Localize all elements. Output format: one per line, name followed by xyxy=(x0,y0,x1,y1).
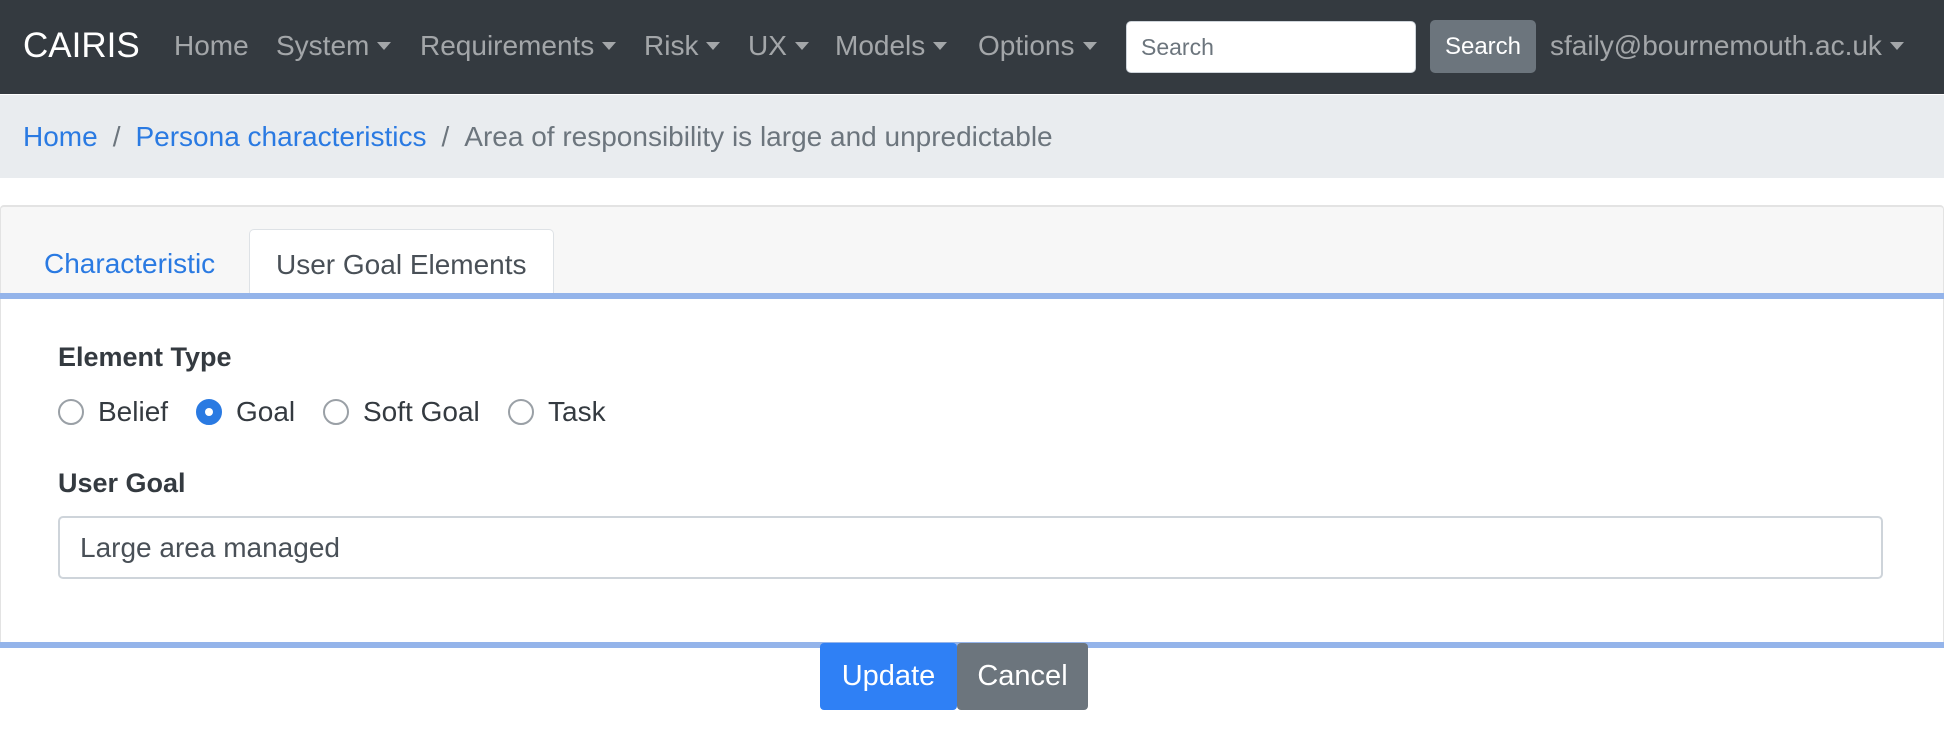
chevron-down-icon xyxy=(706,42,721,50)
nav-item-options-label: Options xyxy=(978,30,1075,61)
radio-task-circle[interactable] xyxy=(508,399,534,425)
user-goal-field[interactable] xyxy=(58,516,1883,579)
radio-belief-circle[interactable] xyxy=(58,399,84,425)
nav-item-models[interactable]: Models xyxy=(835,27,948,65)
breadcrumb-home-link[interactable]: Home xyxy=(23,121,98,153)
radio-belief-label: Belief xyxy=(98,396,169,427)
radio-task[interactable]: Task xyxy=(508,394,606,430)
chevron-down-icon xyxy=(602,42,617,50)
search-button[interactable]: Search xyxy=(1430,20,1536,73)
breadcrumb-current-page: Area of responsibility is large and unpr… xyxy=(464,120,1053,152)
nav-item-system-label: System xyxy=(276,30,370,61)
top-navbar: CAIRIS Home System Requirements Risk UX … xyxy=(0,0,1944,94)
tab-characteristic[interactable]: Characteristic xyxy=(18,229,241,299)
nav-item-system[interactable]: System xyxy=(276,27,392,65)
breadcrumb-persona-characteristics-link[interactable]: Persona characteristics xyxy=(135,121,426,153)
chevron-down-icon xyxy=(933,42,948,50)
nav-item-models-label: Models xyxy=(835,30,926,61)
nav-item-requirements[interactable]: Requirements xyxy=(420,27,617,65)
breadcrumb: Home / Persona characteristics / Area of… xyxy=(0,95,1944,178)
radio-goal[interactable]: Goal xyxy=(196,394,295,430)
user-menu[interactable]: sfaily@bournemouth.ac.uk xyxy=(1550,27,1904,65)
nav-item-home[interactable]: Home xyxy=(174,27,249,65)
radio-goal-label: Goal xyxy=(236,396,296,427)
breadcrumb-separator: / xyxy=(441,120,450,152)
nav-item-home-label: Home xyxy=(174,30,249,61)
radio-goal-circle[interactable] xyxy=(196,399,222,425)
tab-divider xyxy=(0,293,1944,299)
chevron-down-icon xyxy=(1889,42,1904,50)
radio-soft-goal-circle[interactable] xyxy=(323,399,349,425)
user-goal-label: User Goal xyxy=(58,468,186,498)
nav-item-risk-label: Risk xyxy=(644,30,699,61)
nav-item-options[interactable]: Options xyxy=(978,27,1097,65)
tab-user-goal-elements[interactable]: User Goal Elements xyxy=(249,229,554,299)
radio-belief[interactable]: Belief xyxy=(58,394,168,430)
nav-item-ux-label: UX xyxy=(748,30,787,61)
search-input[interactable] xyxy=(1126,21,1416,73)
user-email: sfaily@bournemouth.ac.uk xyxy=(1550,30,1882,61)
radio-soft-goal[interactable]: Soft Goal xyxy=(323,394,480,430)
nav-item-ux[interactable]: UX xyxy=(748,27,809,65)
nav-item-risk[interactable]: Risk xyxy=(644,27,721,65)
nav-item-requirements-label: Requirements xyxy=(420,30,595,61)
cancel-button[interactable]: Cancel xyxy=(957,643,1088,710)
chevron-down-icon xyxy=(794,42,809,50)
chevron-down-icon xyxy=(377,42,392,50)
chevron-down-icon xyxy=(1082,42,1097,50)
radio-task-label: Task xyxy=(548,396,606,427)
brand-logo[interactable]: CAIRIS xyxy=(23,26,140,66)
radio-soft-goal-label: Soft Goal xyxy=(363,396,480,427)
element-type-label: Element Type xyxy=(58,342,232,372)
tab-panel xyxy=(0,299,1944,642)
breadcrumb-separator: / xyxy=(112,120,121,152)
update-button[interactable]: Update xyxy=(820,643,957,710)
